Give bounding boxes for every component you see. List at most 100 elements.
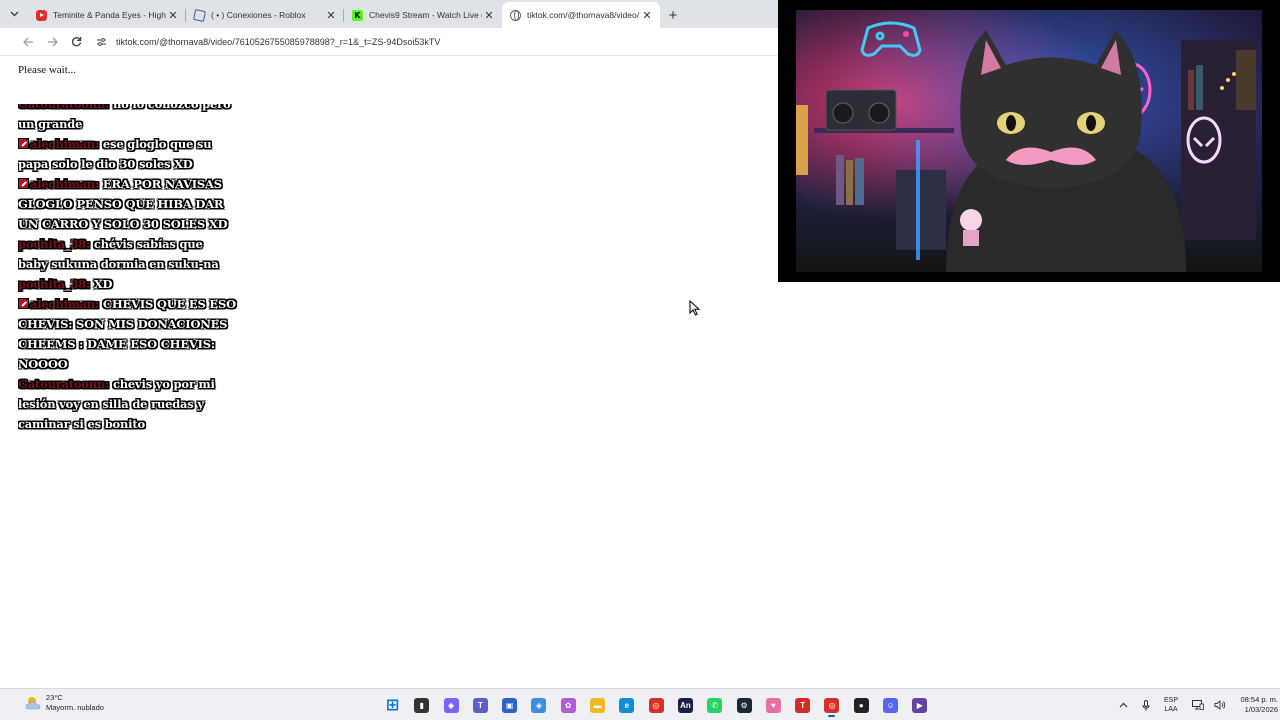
taskbar-apps: ⊞ ▮ ◆ T ▣ ◈ ✿ ▬ e ◎ An ✆ ⚙ ♥ T ◎ ● ☺ ▶ xyxy=(380,693,937,717)
steam-icon: ⚙ xyxy=(736,697,752,713)
tab-search-button[interactable] xyxy=(0,0,28,28)
chat-message: caminar si es bonito xyxy=(18,414,253,434)
chat-message: un grande xyxy=(18,114,253,134)
taskbar-app[interactable]: ☺ xyxy=(878,693,903,717)
chat-message: papa solo le dio 30 soles XD xyxy=(18,154,253,174)
globe-icon xyxy=(510,9,521,21)
chat-message: baby sukuna dormia en suku-na xyxy=(18,254,253,274)
close-icon[interactable]: ✕ xyxy=(482,8,496,22)
reload-icon xyxy=(71,37,81,47)
taskbar-app[interactable]: ♥ xyxy=(761,693,786,717)
weather-condition: Mayorm. nublado xyxy=(46,703,104,712)
language-code: ESP xyxy=(1163,697,1178,704)
taskbar-app[interactable]: T xyxy=(468,693,493,717)
roblox-icon xyxy=(192,8,207,22)
site-settings-icon[interactable] xyxy=(94,35,108,49)
chat-message: GLOGLO PENSO QUE HIBA DAR xyxy=(18,194,253,214)
taskbar-app[interactable]: ▶ xyxy=(907,693,932,717)
taskbar-app[interactable]: ⊞ xyxy=(380,693,405,717)
tab-youtube[interactable]: Teminite & Panda Eyes - Highsc ✕ xyxy=(28,2,186,28)
whatsapp-icon: ✆ xyxy=(707,697,723,713)
chat-message: alechiman: ERA POR NAVISAS xyxy=(18,174,253,194)
partly-cloudy-icon xyxy=(25,697,41,710)
chat-message: CHEEMS : DAME ESO CHEVIS: xyxy=(18,334,253,354)
new-tab-button[interactable]: + xyxy=(660,2,686,28)
volume-icon[interactable] xyxy=(1210,693,1230,717)
chat-text: CHEEMS : DAME ESO CHEVIS: xyxy=(18,337,215,351)
chat-text: caminar si es bonito xyxy=(18,417,145,431)
paint-icon: ✿ xyxy=(560,697,576,713)
text-app-icon: T xyxy=(795,697,811,713)
clock[interactable]: 08:54 p. m. 1/03/2026 xyxy=(1232,695,1278,715)
reload-button[interactable] xyxy=(64,30,88,54)
file-explorer-icon: ▬ xyxy=(590,697,606,713)
chat-message: CHEVIS: SON MIS DONACIONES xyxy=(18,314,253,334)
chat-overlay: Gatouratoonn: no lo conozco pero un grand… xyxy=(18,104,258,444)
tab-kick[interactable]: K Chevis9 Stream - Watch Live on ✕ xyxy=(344,2,502,28)
chat-text: no lo conozco pero xyxy=(112,104,231,111)
taskbar-app[interactable]: ◈ xyxy=(526,693,551,717)
browser-toolbar: tiktok.com/@thornava8/video/761052675508… xyxy=(0,28,778,56)
close-icon[interactable]: ✕ xyxy=(166,8,180,22)
taskbar-app[interactable]: ▣ xyxy=(497,693,522,717)
system-tray: ESP LAA 08:54 p. m. 1/03/2026 xyxy=(1114,689,1280,720)
chat-text: GLOGLO PENSO QUE HIBA DAR xyxy=(18,197,224,211)
copilot-icon: ◆ xyxy=(443,697,459,713)
chat-username: alechiman: xyxy=(30,137,100,151)
chat-text: CHEVIS QUE ES ESO xyxy=(102,297,236,311)
arrow-right-icon xyxy=(47,37,58,46)
close-icon[interactable]: ✕ xyxy=(640,8,654,22)
discord-icon: ☺ xyxy=(883,697,899,713)
taskbar-app[interactable]: ◎ xyxy=(644,693,669,717)
chat-username: pochita_38: xyxy=(18,277,91,291)
taskbar-app[interactable]: ◎ xyxy=(819,693,844,717)
chat-text: CHEVIS: SON MIS DONACIONES xyxy=(18,317,228,331)
chat-message: UN CARRO Y SOLO 30 SOLES XD xyxy=(18,214,253,234)
taskbar-app[interactable]: ● xyxy=(849,693,874,717)
stream-scene xyxy=(796,10,1262,272)
chat-username: Gatouratoonn: xyxy=(18,104,110,111)
loading-text: Please wait... xyxy=(18,64,77,76)
chat-message: lesión voy en silla de ruedas y xyxy=(18,394,253,414)
back-button[interactable] xyxy=(16,30,40,54)
language-indicator[interactable]: ESP LAA xyxy=(1164,696,1178,714)
taskbar: 23°C Mayorm. nublado ⊞ ▮ ◆ T ▣ ◈ ✿ ▬ e ◎ An ✆ ⚙ ♥ T ◎ ● ☺… xyxy=(0,688,1280,720)
taskbar-app[interactable]: e xyxy=(614,693,639,717)
tab-title: ( • ) Conexiones - Roblox xyxy=(211,10,306,20)
close-icon[interactable]: ✕ xyxy=(324,8,338,22)
address-bar[interactable]: tiktok.com/@thornava8/video/761052675508… xyxy=(116,37,440,47)
taskbar-app[interactable]: ◆ xyxy=(439,693,464,717)
weather-widget[interactable]: 23°C Mayorm. nublado xyxy=(24,693,104,713)
video-window[interactable] xyxy=(778,0,1280,282)
chat-message: NOOOO xyxy=(18,354,253,374)
tab-title: Chevis9 Stream - Watch Live on xyxy=(369,10,482,20)
clock-time: 08:54 p. m. xyxy=(1240,695,1278,704)
chevron-up-icon[interactable] xyxy=(1114,693,1134,717)
taskbar-app[interactable]: ✿ xyxy=(556,693,581,717)
chat-text: chevis yo por mi xyxy=(112,377,215,391)
forward-button[interactable] xyxy=(40,30,64,54)
twitch-app-icon: ▶ xyxy=(912,697,928,713)
taskbar-app[interactable]: ▮ xyxy=(409,693,434,717)
chat-message: pochita_38: chévis sabías que xyxy=(18,234,253,254)
taskbar-app[interactable]: ⚙ xyxy=(732,693,757,717)
chat-message: alechiman: CHEVIS QUE ES ESO xyxy=(18,294,253,314)
chat-lines: Gatouratoonn: no lo conozco pero un grand… xyxy=(18,104,253,434)
chat-text: XD xyxy=(93,277,113,291)
taskbar-app[interactable]: ▬ xyxy=(585,693,610,717)
chat-text: lesión voy en silla de ruedas y xyxy=(18,397,204,411)
microphone-icon[interactable] xyxy=(1136,693,1156,717)
chrome-active-icon: ◎ xyxy=(824,697,840,713)
mouse-cursor-icon xyxy=(689,300,701,316)
weather-temp: 23°C xyxy=(46,693,63,702)
task-view-icon: ▮ xyxy=(414,697,430,713)
arrow-left-icon xyxy=(22,37,33,46)
taskbar-app[interactable]: ✆ xyxy=(702,693,727,717)
chat-text: ese gloglo que su xyxy=(102,137,212,151)
network-icon[interactable] xyxy=(1188,693,1208,717)
taskbar-app[interactable]: T xyxy=(790,693,815,717)
taskbar-app[interactable]: An xyxy=(673,693,698,717)
tab-roblox[interactable]: ( • ) Conexiones - Roblox ✕ xyxy=(186,2,344,28)
tab-tiktok[interactable]: tiktok.com/@thornava8/video/ ✕ xyxy=(502,2,660,28)
vtube-icon: ♥ xyxy=(765,697,781,713)
